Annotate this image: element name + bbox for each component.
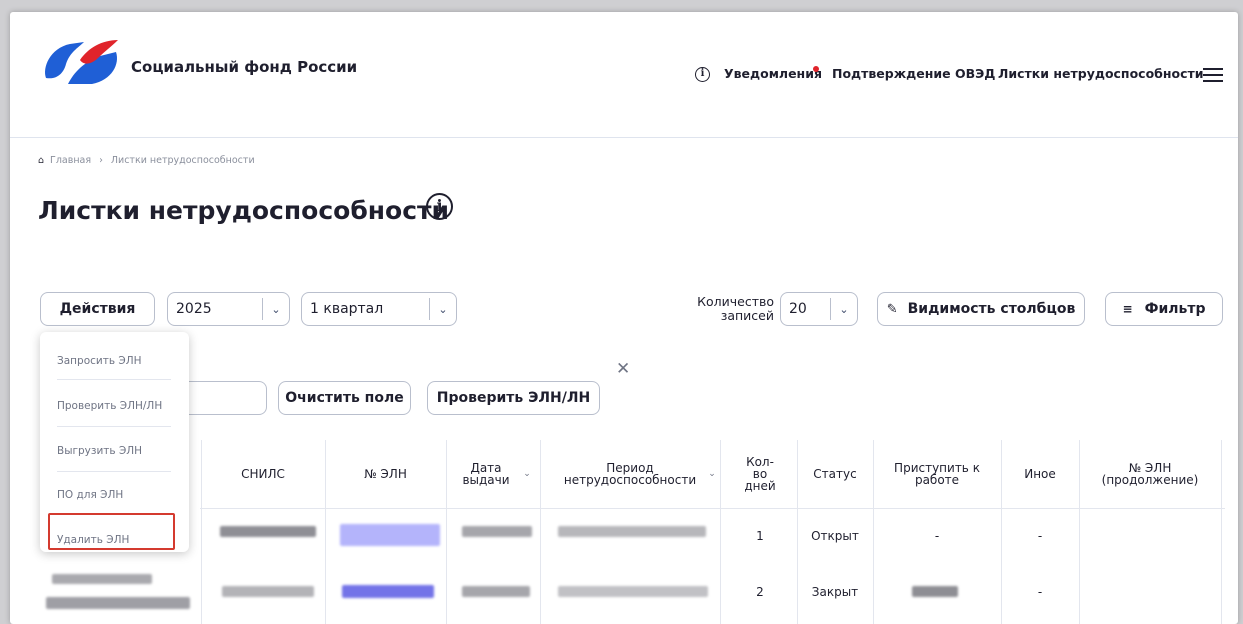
chevron-down-icon: ⌄ [271,302,281,316]
breadcrumb: ⌂ Главная › Листки нетрудоспособности [38,155,255,166]
records-label: Количество записей [697,294,774,323]
return-to-work-value: - [934,529,940,543]
close-icon[interactable]: ✕ [616,359,630,379]
filter-icon: ≡ [1122,302,1133,316]
home-icon[interactable]: ⌂ [38,155,44,166]
filter-button[interactable]: ≡ Фильтр [1105,292,1223,326]
info-icon[interactable]: i [426,193,453,220]
menu-item-check-eln[interactable]: Проверить ЭЛН/ЛН [57,400,162,412]
other-value: - [1037,529,1043,543]
records-select[interactable]: 20 ⌄ [780,292,858,326]
check-eln-button[interactable]: Проверить ЭЛН/ЛН [427,381,600,415]
col-eln-number[interactable]: № ЭЛН [325,440,446,508]
col-other[interactable]: Иное [1001,440,1079,508]
col-days[interactable]: Кол-во дней [740,440,780,508]
sort-icon[interactable]: ⌄ [515,468,535,480]
issue-date-value [462,526,532,537]
filter-label: Фильтр [1144,301,1206,317]
columns-visibility-label: Видимость столбцов [907,301,1076,317]
app-window: Социальный фонд России i Уведомления Под… [10,12,1238,624]
quarter-select[interactable]: 1 квартал ⌄ [301,292,457,326]
col-status[interactable]: Статус [797,440,873,508]
period-value [558,586,708,597]
chevron-right-icon: › [99,155,103,166]
col-period[interactable]: Период нетрудоспособности [555,440,705,508]
menu-item-eln-software[interactable]: ПО для ЭЛН [57,489,123,501]
menu-item-request-eln[interactable]: Запросить ЭЛН [57,355,141,367]
col-return-to-work[interactable]: Приступить к работе [888,440,986,508]
notification-dot [813,66,819,72]
breadcrumb-home[interactable]: Главная [50,155,91,166]
chevron-down-icon: ⌄ [839,302,849,316]
nav-notifications[interactable]: Уведомления [724,66,822,81]
nav-oved[interactable]: Подтверждение ОВЭД [832,66,995,81]
chevron-down-icon: ⌄ [438,302,448,316]
days-value: 1 [756,529,764,543]
site-header: Социальный фонд России i Уведомления Под… [10,12,1238,138]
status-value: Открыт [811,529,859,543]
status-value: Закрыт [811,585,859,599]
issue-date-value [462,586,530,597]
records-value: 20 [789,301,807,317]
page-title: Листки нетрудоспособности [38,196,450,225]
snils-value [220,526,316,537]
year-value: 2025 [176,301,212,317]
quarter-value: 1 квартал [310,301,384,317]
days-value: 2 [756,585,764,599]
eln-link[interactable] [342,585,434,598]
menu-icon[interactable] [1203,68,1223,82]
col-eln-continuation[interactable]: № ЭЛН (продолжение) [1084,440,1216,508]
actions-button[interactable]: Действия [40,292,155,326]
period-value [558,526,706,537]
snils-value [222,586,314,597]
clear-field-button[interactable]: Очистить поле [278,381,411,415]
info-icon[interactable]: i [695,67,710,82]
menu-item-export-eln[interactable]: Выгрузить ЭЛН [57,445,142,457]
year-select[interactable]: 2025 ⌄ [167,292,290,326]
breadcrumb-current: Листки нетрудоспособности [110,155,255,166]
sfr-logo[interactable] [40,34,122,90]
nav-sick-leaves[interactable]: Листки нетрудоспособности [998,66,1204,81]
col-snils[interactable]: СНИЛС [201,440,325,508]
search-input[interactable] [180,381,267,415]
sort-icon[interactable]: ⌄ [700,468,720,480]
pencil-icon: ✎ [886,301,898,317]
other-value: - [1037,585,1043,599]
name-value [52,574,152,584]
columns-visibility-button[interactable]: ✎ Видимость столбцов [877,292,1085,326]
highlight-box [48,513,175,550]
eln-link[interactable] [340,524,440,546]
col-issue-date[interactable]: Дата выдачи [460,440,512,508]
return-to-work-value [912,586,958,597]
actions-menu: Запросить ЭЛН Проверить ЭЛН/ЛН Выгрузить… [40,332,189,552]
brand-name: Социальный фонд России [131,58,358,76]
name-value [46,597,190,609]
